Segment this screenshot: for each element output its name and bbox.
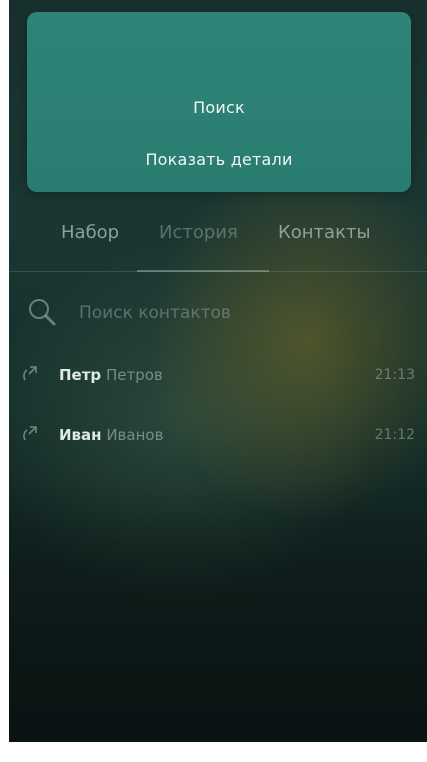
call-time: 21:13 xyxy=(374,367,415,383)
phone-screen: Поиск Показать детали Набор История Конт… xyxy=(9,0,427,742)
contact-name: Петр Петров xyxy=(59,366,163,384)
contact-last-name: Петров xyxy=(105,366,163,384)
call-time: 21:12 xyxy=(374,427,415,443)
contact-name: Иван Иванов xyxy=(59,426,163,444)
context-menu-popup: Поиск Показать детали xyxy=(27,12,411,192)
contact-first-name: Петр xyxy=(59,366,102,384)
tab-history[interactable]: История xyxy=(159,222,238,243)
tab-dial[interactable]: Набор xyxy=(61,222,119,243)
popup-search-option[interactable]: Поиск xyxy=(27,98,411,117)
popup-show-details-option[interactable]: Показать детали xyxy=(27,150,411,169)
outgoing-call-icon xyxy=(23,426,37,441)
outgoing-call-icon xyxy=(23,366,37,381)
search-icon[interactable] xyxy=(27,297,59,329)
contact-first-name: Иван xyxy=(59,426,102,444)
tab-bar: Набор История Контакты xyxy=(9,222,427,252)
tab-contacts[interactable]: Контакты xyxy=(278,222,371,243)
call-history-row[interactable]: Петр Петров 21:13 xyxy=(9,360,427,400)
active-tab-indicator xyxy=(137,270,269,272)
contact-search-input[interactable] xyxy=(79,301,399,325)
contact-search-bar xyxy=(27,297,417,329)
contact-last-name: Иванов xyxy=(106,426,164,444)
call-history-row[interactable]: Иван Иванов 21:12 xyxy=(9,420,427,460)
